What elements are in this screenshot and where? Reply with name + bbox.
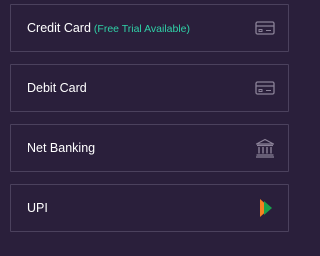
credit-card-label: Credit Card [27,21,91,35]
upi-label: UPI [27,201,48,215]
upi-logo-icon [254,197,276,219]
bank-icon [254,137,276,159]
payment-option-net-banking[interactable]: Net Banking [10,124,289,172]
payment-option-credit-card[interactable]: Credit Card (Free Trial Available) [10,4,289,52]
free-trial-note: (Free Trial Available) [93,23,191,35]
payment-method-list: Credit Card (Free Trial Available) Debit … [0,0,300,256]
payment-option-label: Credit Card (Free Trial Available) [27,21,190,35]
payment-option-debit-card[interactable]: Debit Card [10,64,289,112]
credit-card-icon [254,17,276,39]
debit-card-label: Debit Card [27,81,87,95]
payment-option-upi[interactable]: UPI [10,184,289,232]
net-banking-label: Net Banking [27,141,96,155]
debit-card-icon [254,77,276,99]
